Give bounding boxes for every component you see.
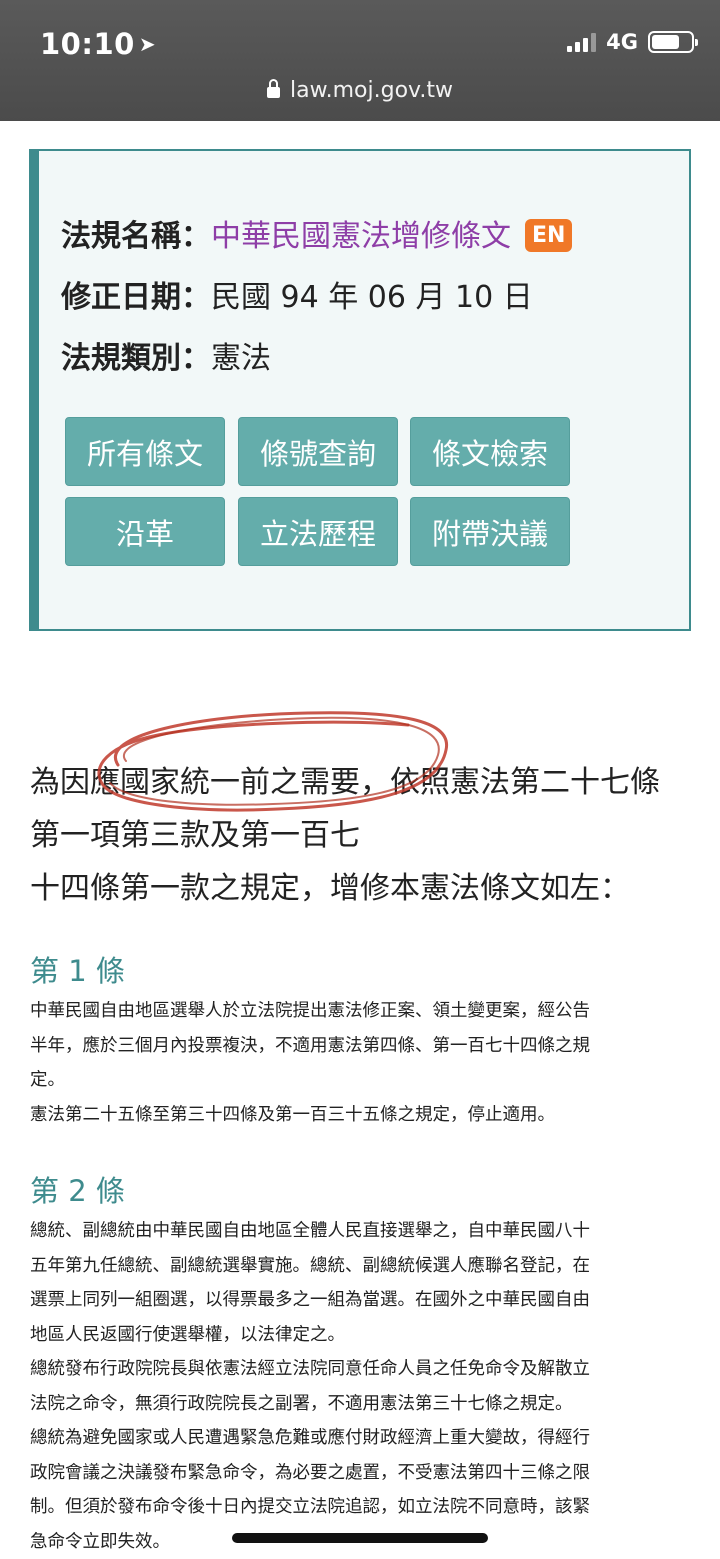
article-line: 地區人民返國行使選舉權，以法律定之。 — [30, 1324, 345, 1345]
article-line: 制。但須於發布命令後十日內提交立法院追認，如立法院不同意時，該緊 — [30, 1497, 590, 1517]
article-line: 憲法第二十五條至第三十四條及第一百三十五條之規定，停止適用。 — [30, 1104, 555, 1125]
law-category-row: 法規類別：憲法 — [61, 333, 271, 377]
article-line: 中華民國自由地區選舉人於立法院提出憲法修正案、領土變更案，經公告 — [30, 1001, 590, 1021]
home-indicator[interactable] — [232, 1533, 488, 1543]
history-button[interactable]: 沿革 — [65, 497, 225, 566]
law-category-value: 憲法 — [211, 341, 271, 376]
location-arrow-icon: ➤ — [138, 32, 157, 56]
clock-text: 10:10 — [40, 27, 135, 61]
network-type: 4G — [606, 30, 638, 54]
article-number-search-button[interactable]: 條號查詢 — [238, 417, 398, 486]
status-indicators: 4G — [567, 30, 698, 54]
article-line: 半年，應於三個月內投票複決，不適用憲法第四條、第一百七十四條之規 — [30, 1035, 590, 1056]
law-name-link[interactable]: 中華民國憲法增修條文 — [211, 219, 511, 254]
law-info-panel: 法規名稱：中華民國憲法增修條文 EN 修正日期：民國 94 年 06 月 10 日… — [29, 149, 691, 631]
supplementary-resolution-button[interactable]: 附帶決議 — [410, 497, 570, 566]
article-1-title: 第 1 條 — [30, 954, 125, 988]
preamble-line: 十四條第一款之規定，增修本憲法條文如左： — [30, 871, 630, 906]
status-time: 10:10 ➤ — [40, 27, 156, 61]
all-articles-button[interactable]: 所有條文 — [65, 417, 225, 486]
article-line: 選票上同列一組圈選，以得票最多之一組為當選。在國外之中華民國自由 — [30, 1290, 590, 1310]
article-line: 總統發布行政院院長與依憲法經立法院同意任命人員之任免命令及解散立 — [30, 1359, 590, 1379]
address-bar[interactable]: law.moj.gov.tw — [0, 78, 720, 103]
law-name-row: 法規名稱：中華民國憲法增修條文 EN — [61, 211, 573, 255]
article-text-search-button[interactable]: 條文檢索 — [410, 417, 570, 486]
lock-icon — [267, 79, 281, 98]
preamble-line: 為因應國家統一前之需要，依照憲法第二十七條 — [30, 765, 660, 800]
amend-date-row: 修正日期：民國 94 年 06 月 10 日 — [61, 272, 533, 316]
article-line: 總統、副總統由中華民國自由地區全體人民直接選舉之，自中華民國八十 — [30, 1221, 590, 1241]
article-2-body: 總統、副總統由中華民國自由地區全體人民直接選舉之，自中華民國八十 五年第九任總統… — [30, 1214, 650, 1559]
article-2-title: 第 2 條 — [30, 1174, 125, 1208]
english-version-button[interactable]: EN — [525, 219, 573, 252]
signal-strength-icon — [567, 32, 597, 52]
article-line: 政院會議之決議發布緊急命令，為必要之處置，不受憲法第四十三條之限 — [30, 1462, 590, 1483]
amend-date-label: 修正日期： — [61, 280, 211, 315]
article-line: 定。 — [30, 1070, 65, 1090]
article-line: 法院之命令，無須行政院院長之副署，不適用憲法第三十七條之規定。 — [30, 1393, 573, 1414]
battery-icon — [648, 31, 698, 53]
article-line: 總統為避免國家或人民遭遇緊急危難或應付財政經濟上重大變故，得經行 — [30, 1428, 590, 1448]
law-category-label: 法規類別： — [61, 341, 211, 376]
article-line: 五年第九任總統、副總統選舉實施。總統、副總統候選人應聯名登記，在 — [30, 1255, 590, 1276]
preamble: 為因應國家統一前之需要，依照憲法第二十七條 第一項第三款及第一百七 十四條第一款… — [30, 756, 690, 915]
url-text: law.moj.gov.tw — [290, 78, 453, 103]
article-1-body: 中華民國自由地區選舉人於立法院提出憲法修正案、領土變更案，經公告 半年，應於三個… — [30, 994, 650, 1132]
legislative-history-button[interactable]: 立法歷程 — [238, 497, 398, 566]
preamble-line: 第一項第三款及第一百七 — [30, 818, 360, 853]
amend-date-value: 民國 94 年 06 月 10 日 — [211, 280, 533, 315]
status-and-url-bar: 10:10 ➤ 4G law.moj.gov.tw — [0, 0, 720, 121]
law-name-label: 法規名稱： — [61, 219, 211, 254]
